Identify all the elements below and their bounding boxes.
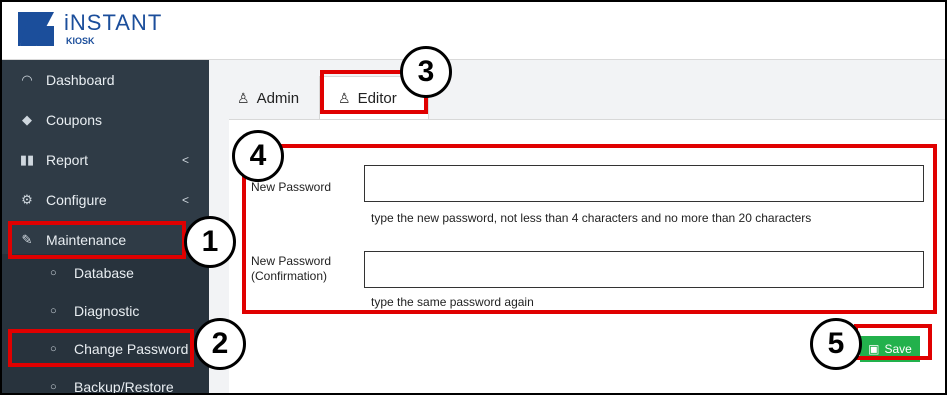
user-icon: ♙ (338, 90, 351, 106)
user-tabs: ♙ Admin ♙ Editor (209, 60, 945, 120)
new-password-input[interactable] (364, 165, 924, 202)
save-button-label: Save (884, 342, 912, 356)
logo-name: iNSTANT (64, 10, 163, 35)
sidebar-subitem-database[interactable]: ○ Database (2, 254, 209, 292)
page-frame: iNSTANT KIOSK ◠ Dashboard ◆ Coupons ▮▮ R… (0, 0, 947, 395)
tag-icon: ◆ (22, 112, 32, 127)
sidebar-subitem-change-password[interactable]: ○ Change Password (2, 330, 209, 368)
circle-bullet-icon: ○ (50, 305, 57, 317)
sidebar-item-label: Configure (46, 192, 107, 208)
circle-bullet-icon: ○ (50, 267, 57, 279)
sidebar-item-coupons[interactable]: ◆ Coupons (2, 100, 209, 140)
chevron-left-icon: < (182, 193, 190, 207)
floppy-disk-icon: ▣ (868, 342, 880, 356)
chevron-left-icon: < (182, 153, 190, 167)
circle-bullet-icon: ○ (50, 343, 57, 355)
callout-2: 2 (194, 318, 246, 370)
tab-label: Editor (357, 90, 397, 107)
sidebar: ◠ Dashboard ◆ Coupons ▮▮ Report < ⚙ Conf… (2, 60, 209, 395)
sidebar-subitem-label: Change Password (74, 341, 189, 357)
sidebar-subitem-backup-restore[interactable]: ○ Backup/Restore (2, 368, 209, 395)
new-password-label: New Password (251, 180, 332, 194)
sidebar-item-label: Maintenance (46, 232, 127, 248)
user-icon: ♙ (237, 89, 250, 106)
callout-1: 1 (184, 216, 236, 268)
sidebar-subitem-label: Database (74, 265, 134, 281)
callout-4: 4 (232, 130, 284, 182)
new-password-help: type the new password, not less than 4 c… (371, 211, 812, 225)
callout-5: 5 (810, 318, 862, 370)
confirm-password-help: type the same password again (371, 295, 534, 309)
confirm-password-label-line1: New Password (251, 254, 332, 268)
gear-icon: ⚙ (21, 192, 33, 207)
dashboard-gauge-icon: ◠ (21, 72, 33, 87)
sidebar-item-configure[interactable]: ⚙ Configure < (2, 180, 209, 220)
sidebar-item-label: Dashboard (46, 72, 115, 88)
sidebar-item-label: Report (46, 152, 89, 168)
confirm-password-input[interactable] (364, 251, 924, 288)
sidebar-subitem-diagnostic[interactable]: ○ Diagnostic (2, 292, 209, 330)
tab-label: Admin (256, 89, 300, 107)
sidebar-subitem-label: Diagnostic (74, 303, 140, 319)
sidebar-item-dashboard[interactable]: ◠ Dashboard (2, 60, 209, 100)
sidebar-subitem-label: Backup/Restore (74, 379, 174, 395)
save-button[interactable]: ▣ Save (860, 336, 920, 362)
logo-mark-icon (18, 12, 54, 46)
wrench-icon: ✎ (21, 232, 33, 247)
confirm-password-label-line2: (Confirmation) (251, 269, 328, 283)
top-header: iNSTANT KIOSK (2, 2, 945, 60)
bar-chart-icon: ▮▮ (19, 152, 35, 167)
sidebar-item-label: Coupons (46, 112, 103, 128)
logo-subtitle: KIOSK (66, 36, 95, 46)
tab-admin[interactable]: ♙ Admin (237, 76, 327, 120)
circle-bullet-icon: ○ (50, 381, 57, 393)
app-logo[interactable]: iNSTANT KIOSK (10, 6, 210, 56)
sidebar-item-report[interactable]: ▮▮ Report < (2, 140, 209, 180)
callout-3: 3 (400, 46, 452, 98)
